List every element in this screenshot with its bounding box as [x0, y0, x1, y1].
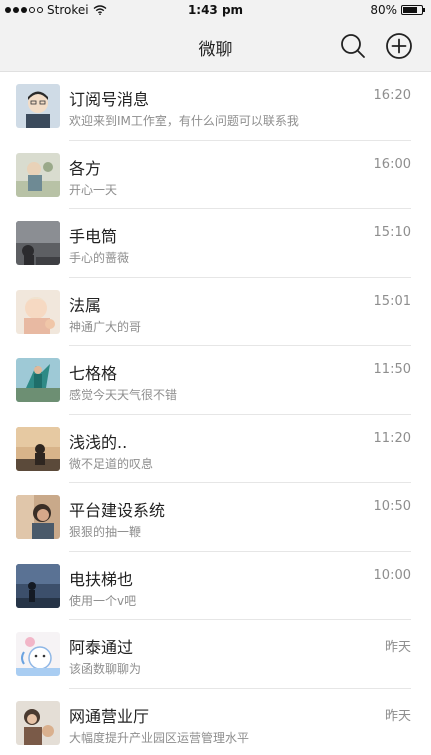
search-icon	[341, 34, 365, 58]
conversation-item[interactable]: 订阅号消息 欢迎来到IM工作室，有什么问题可以联系我 16:20	[0, 72, 431, 141]
conversation-preview: 大幅度提升产业园区运营管理水平	[69, 730, 250, 745]
conversation-preview: 神通广大的哥	[69, 319, 142, 334]
conversation-time: 16:00	[373, 156, 411, 172]
conversation-title: 网通营业厅	[69, 706, 150, 726]
conversation-time: 昨天	[384, 708, 411, 724]
conversation-time: 10:00	[373, 567, 411, 583]
conversation-preview: 使用一个v吧	[69, 593, 137, 608]
conversation-time: 16:20	[373, 88, 411, 103]
conversation-preview: 欢迎来到IM工作室，有什么问题可以联系我	[69, 114, 299, 128]
conversation-preview: 该函数聊聊为	[69, 662, 142, 676]
add-circle-icon	[386, 33, 412, 59]
avatar	[16, 700, 60, 745]
conversation-item[interactable]: 网通营业厅 大幅度提升产业园区运营管理水平 昨天	[0, 689, 431, 755]
battery-percent: 80%	[370, 3, 397, 17]
conversation-preview: 感觉今天天气很不错	[69, 388, 178, 402]
chat-list-screen: Strokei 1:43 pm 80% 微聊 订阅号消息 欢迎来到IM工作室，有…	[0, 0, 431, 755]
avatar	[16, 358, 60, 402]
status-time: 1:43 pm	[187, 3, 244, 17]
conversation-title: 七格格	[69, 364, 118, 383]
conversation-title: 平台建设系统	[69, 501, 166, 520]
avatar	[16, 221, 60, 265]
battery-fill	[403, 7, 417, 13]
conversation-item[interactable]: 电扶梯也 使用一个v吧 10:00	[0, 552, 431, 620]
avatar	[16, 563, 60, 608]
conversation-preview: 手心的蔷薇	[69, 251, 130, 265]
search-button[interactable]	[339, 32, 367, 60]
avatar	[16, 84, 60, 128]
battery-icon	[401, 5, 425, 15]
conversation-time: 15:10	[373, 225, 411, 240]
conversation-item[interactable]: 各方 开心一天 16:00	[0, 141, 431, 209]
add-button[interactable]	[385, 32, 413, 60]
conversation-preview: 开心一天	[69, 182, 118, 197]
conversation-item[interactable]: 平台建设系统 狠狠的抽一鞭 10:50	[0, 483, 431, 552]
conversation-title: 手电筒	[69, 227, 118, 246]
conversation-item[interactable]: 法属 神通广大的哥 15:01	[0, 278, 431, 346]
conversation-time: 10:50	[373, 499, 411, 514]
avatar	[16, 495, 60, 539]
conversation-title: 法属	[69, 295, 102, 315]
conversation-item[interactable]: 浅浅的.. 微不足道的叹息 11:20	[0, 415, 431, 483]
conversation-title: 浅浅的..	[69, 432, 128, 452]
avatar	[16, 632, 60, 676]
conversation-time: 11:20	[373, 430, 411, 446]
conversation-title: 订阅号消息	[69, 90, 150, 109]
conversation-preview: 微不足道的叹息	[69, 456, 154, 471]
conversation-item[interactable]: 七格格 感觉今天天气很不错 11:50	[0, 346, 431, 415]
avatar	[16, 289, 60, 334]
conversation-preview: 狠狠的抽一鞭	[69, 525, 142, 539]
nav-bar: 微聊	[0, 20, 431, 72]
conversation-title: 各方	[69, 158, 102, 178]
conversation-time: 11:50	[373, 362, 411, 377]
conversation-item[interactable]: 阿泰通过 该函数聊聊为 昨天	[0, 620, 431, 689]
avatar	[16, 152, 60, 197]
conversation-title: 阿泰通过	[69, 638, 134, 657]
status-bar: Strokei 1:43 pm 80%	[0, 0, 431, 20]
status-right: 80%	[370, 3, 425, 17]
conversation-title: 电扶梯也	[69, 569, 134, 589]
conversation-time: 昨天	[384, 640, 411, 655]
conversation-time: 15:01	[373, 293, 411, 309]
avatar	[16, 426, 60, 471]
conversation-item[interactable]: 手电筒 手心的蔷薇 15:10	[0, 209, 431, 278]
conversation-list: 订阅号消息 欢迎来到IM工作室，有什么问题可以联系我 16:20 各方 开心一天…	[0, 72, 431, 755]
